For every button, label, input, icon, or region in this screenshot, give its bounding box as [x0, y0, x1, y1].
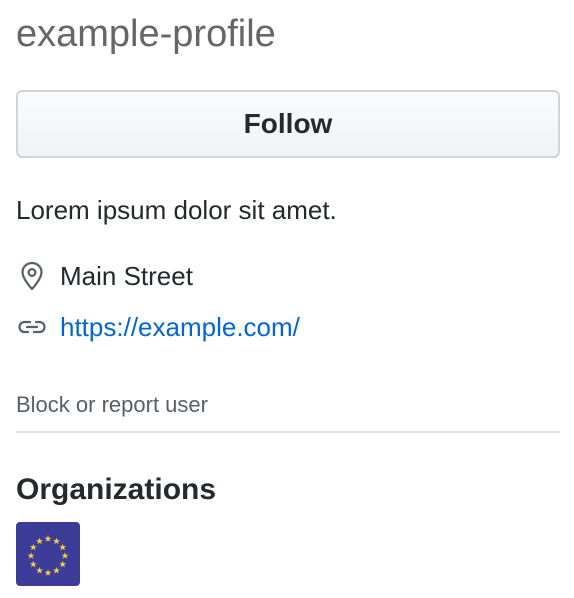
profile-sidebar: example-profile Follow Lorem ipsum dolor…	[16, 0, 560, 586]
organization-avatar[interactable]	[16, 522, 80, 586]
eu-flag-icon	[16, 522, 80, 586]
location-text: Main Street	[60, 260, 193, 291]
organizations-heading: Organizations	[16, 473, 217, 506]
block-report-link[interactable]: Block or report user	[16, 390, 208, 420]
divider	[16, 431, 560, 433]
profile-location: Main Street	[16, 258, 193, 294]
profile-website: https://example.com/	[16, 309, 300, 345]
link-icon	[16, 311, 48, 343]
location-pin-icon	[16, 260, 48, 292]
follow-button[interactable]: Follow	[16, 90, 560, 158]
profile-username: example-profile	[16, 13, 276, 55]
website-link[interactable]: https://example.com/	[60, 312, 300, 343]
profile-bio: Lorem ipsum dolor sit amet.	[16, 195, 337, 225]
